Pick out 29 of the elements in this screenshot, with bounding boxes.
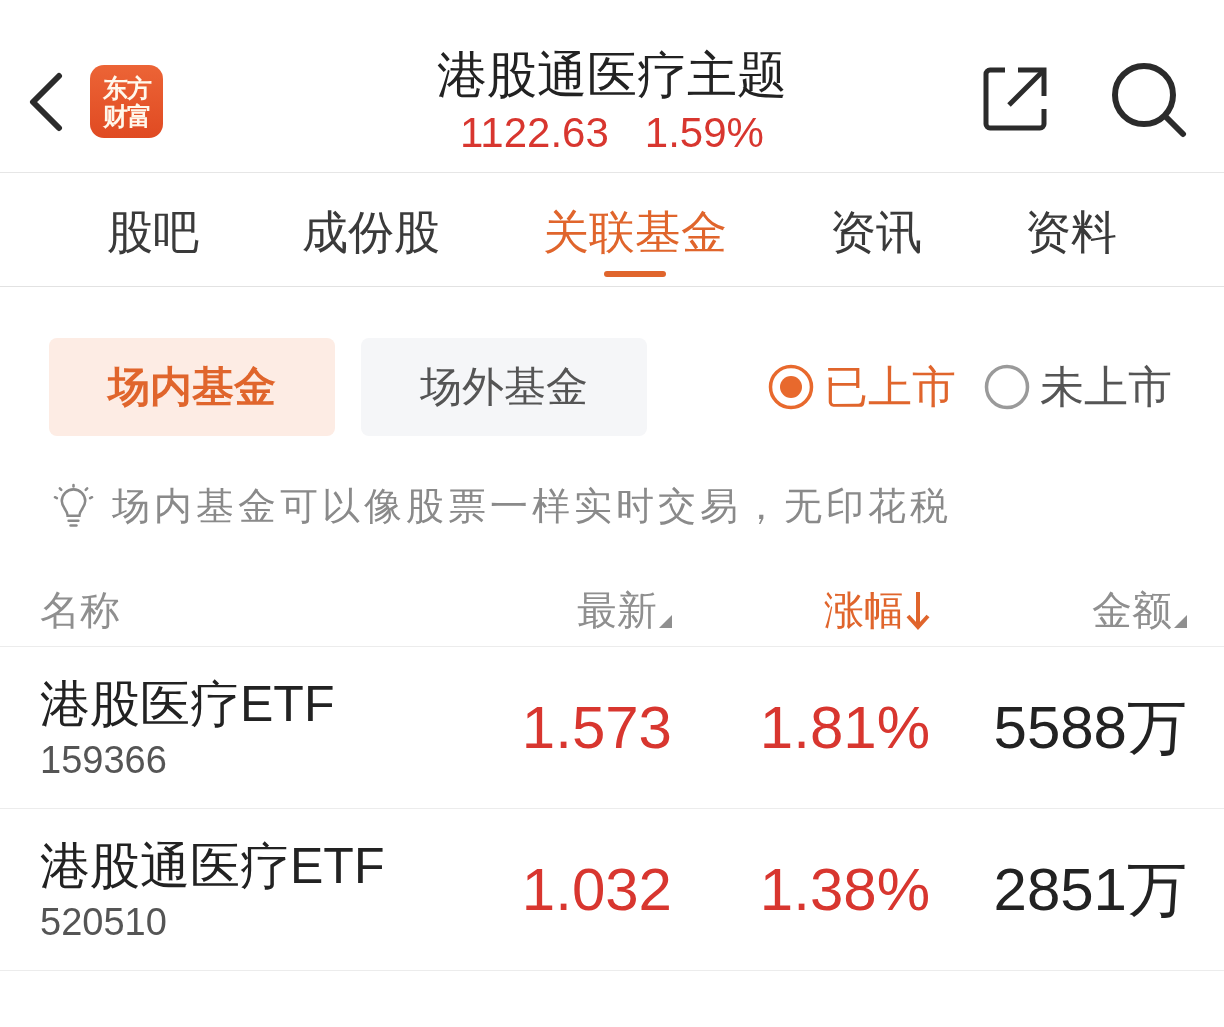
change-percent: 1.38% <box>758 854 930 925</box>
search-icon[interactable] <box>1111 62 1187 138</box>
lightbulb-icon <box>52 483 95 529</box>
index-change: 1.59% <box>644 108 764 158</box>
index-title: 港股通医疗主题 <box>437 46 787 105</box>
fund-name: 港股医疗ETF <box>40 674 335 734</box>
tip-text: 场内基金可以像股票一样实时交易，无印花税 <box>112 484 952 529</box>
active-tab-indicator <box>604 271 666 277</box>
latest-price: 1.032 <box>520 854 672 925</box>
fund-code: 159366 <box>40 737 167 782</box>
turnover-amount: 2851万 <box>992 854 1187 925</box>
fund-type-button[interactable]: 场外基金 <box>361 338 647 436</box>
fund-row[interactable]: 港股医疗ETF 159366 1.573 1.81% 5588万 <box>0 647 1224 809</box>
turnover-amount: 5588万 <box>992 692 1187 763</box>
share-icon[interactable] <box>983 67 1047 131</box>
tab[interactable]: 资讯 <box>830 173 922 277</box>
tab[interactable]: 股吧 <box>107 173 199 277</box>
latest-price: 1.573 <box>520 692 672 763</box>
back-icon[interactable] <box>28 72 64 132</box>
radio-option[interactable]: 未上市 <box>984 361 1172 413</box>
change-percent: 1.81% <box>758 692 930 763</box>
tab[interactable]: 成份股 <box>302 173 440 277</box>
index-value: 1122.63 <box>460 108 609 158</box>
fund-row[interactable]: 港股通医疗ETF 520510 1.032 1.38% 2851万 <box>0 809 1224 971</box>
app-logo: 东方 财富 <box>90 65 163 138</box>
fund-name: 港股通医疗ETF <box>40 836 385 896</box>
column-header: 名称 <box>40 587 121 634</box>
fund-code: 520510 <box>40 899 167 944</box>
tab[interactable]: 资料 <box>1025 173 1117 277</box>
